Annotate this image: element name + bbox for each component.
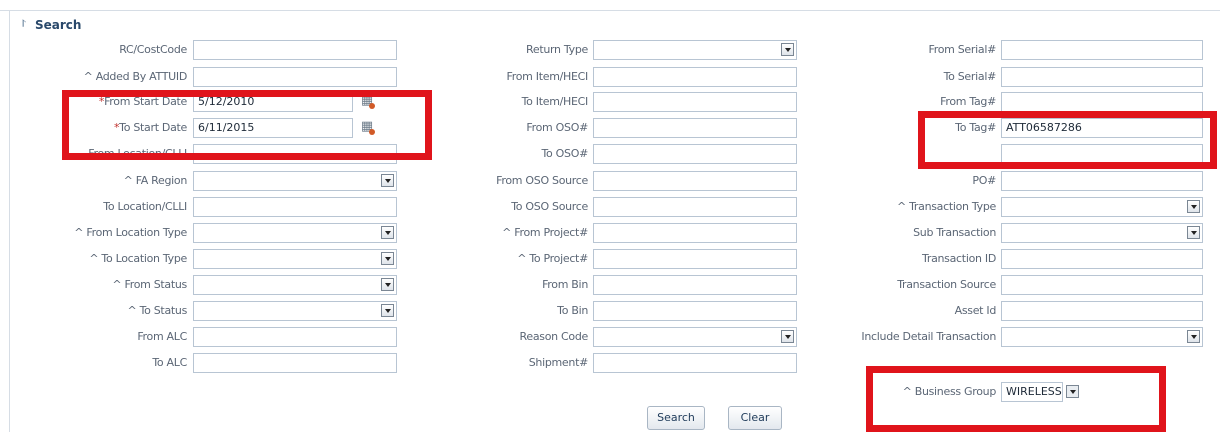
sub-transaction-label-text: Sub Transaction [913, 226, 996, 239]
field-row-to-serial: To Serial# [0, 67, 1220, 87]
sub-transaction-select[interactable] [1001, 223, 1203, 243]
field-row-asset-id: Asset Id [0, 301, 1220, 321]
highlight-start-date-range [62, 90, 432, 160]
field-row-from-serial: From Serial# [0, 40, 1220, 60]
to-serial-input[interactable] [1001, 67, 1203, 87]
from-tag-label: From Tag# [940, 92, 996, 112]
include-detail-transaction-select[interactable] [1001, 327, 1203, 347]
transaction-type-label-text: ^ Transaction Type [896, 200, 996, 213]
po-input[interactable] [1001, 171, 1203, 191]
field-row-include-detail-transaction: Include Detail Transaction [0, 327, 1220, 347]
field-row-transaction-type: ^ Transaction Type [0, 197, 1220, 217]
panel-top-border [0, 10, 1220, 11]
transaction-type-select[interactable] [1001, 197, 1203, 217]
asset-id-label: Asset Id [954, 301, 997, 321]
transaction-id-label-text: Transaction ID [922, 252, 996, 265]
dropdown-arrow-icon[interactable] [1187, 330, 1200, 343]
field-row-po: PO# [0, 171, 1220, 191]
include-detail-transaction-label-text: Include Detail Transaction [861, 330, 996, 343]
from-serial-label-text: From Serial# [928, 43, 997, 56]
to-serial-label: To Serial# [943, 67, 997, 87]
field-row-sub-transaction: Sub Transaction [0, 223, 1220, 243]
search-button[interactable]: Search [647, 406, 705, 430]
dropdown-arrow-icon[interactable] [1187, 226, 1200, 239]
shipment-label: Shipment# [528, 353, 589, 373]
transaction-id-input[interactable] [1001, 249, 1203, 269]
collapse-chevron-icon[interactable]: ⨡ [18, 20, 30, 30]
po-label-text: PO# [972, 174, 996, 187]
from-serial-input[interactable] [1001, 40, 1203, 60]
po-label: PO# [972, 171, 996, 191]
transaction-source-label: Transaction Source [897, 275, 996, 295]
shipment-input[interactable] [593, 353, 797, 373]
asset-id-input[interactable] [1001, 301, 1203, 321]
field-row-transaction-source: Transaction Source [0, 275, 1220, 295]
sub-transaction-label: Sub Transaction [913, 223, 996, 243]
search-panel-header[interactable]: ⨡ Search [18, 16, 81, 34]
asset-id-label-text: Asset Id [954, 304, 997, 317]
include-detail-transaction-label: Include Detail Transaction [861, 327, 996, 347]
highlight-to-tag [918, 111, 1217, 169]
from-tag-label-text: From Tag# [940, 95, 996, 108]
field-row-transaction-id: Transaction ID [0, 249, 1220, 269]
transaction-source-input[interactable] [1001, 275, 1203, 295]
clear-button[interactable]: Clear [728, 406, 782, 430]
to-serial-label-text: To Serial# [943, 70, 997, 83]
transaction-type-label: ^ Transaction Type [897, 197, 996, 217]
panel-title: Search [35, 18, 82, 32]
from-serial-label: From Serial# [929, 40, 997, 60]
transaction-id-label: Transaction ID [922, 249, 996, 269]
highlight-business-group [866, 366, 1166, 432]
transaction-source-label-text: Transaction Source [897, 278, 996, 291]
from-tag-input[interactable] [1001, 92, 1203, 112]
dropdown-arrow-icon[interactable] [1187, 200, 1200, 213]
shipment-label-text: Shipment# [528, 356, 589, 369]
